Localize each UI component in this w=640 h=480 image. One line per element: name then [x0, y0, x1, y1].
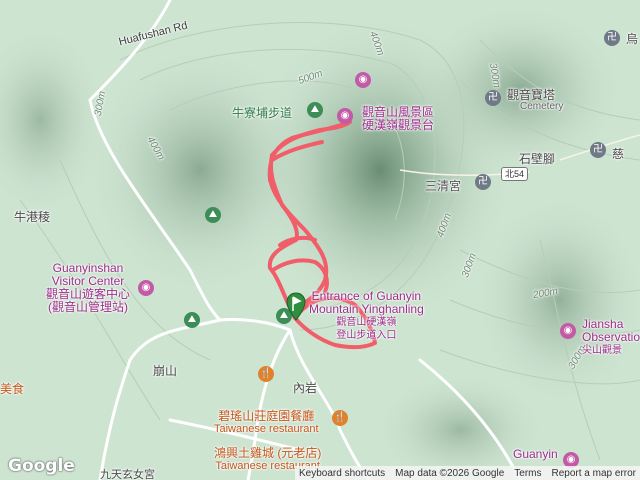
map-pin-icon[interactable] [286, 292, 306, 322]
trail-entrance-name-en-2: Mountain Yinghanling [309, 302, 424, 316]
hiking-icon[interactable]: ⛰ [205, 207, 221, 223]
restaurant-icon[interactable]: 🍴 [258, 366, 274, 382]
scenic-area-label[interactable]: 觀音山風景區 硬漢嶺觀景台 [362, 106, 434, 132]
place-shibijiao: 石壁腳 [519, 152, 556, 166]
temple-icon[interactable]: 卍 [590, 142, 606, 158]
temple-icon[interactable]: 卍 [485, 90, 501, 106]
map-canvas[interactable]: Huafushan Rd 北54 300m 500m 400m 400m 300… [0, 0, 640, 480]
camera-icon[interactable]: ◉ [138, 280, 154, 296]
visitor-center-label[interactable]: Guanyinshan Visitor Center 觀音山遊客中心 (觀音山管… [46, 262, 130, 314]
hiking-icon[interactable]: ⛰ [184, 312, 200, 328]
restaurant-hongxing-name: 鴻興土雞城 (元老店) [214, 446, 322, 460]
jiansha-name-zh: 尖山觀景 [582, 345, 622, 356]
temple-label-sanqing[interactable]: 三清宮 [425, 177, 461, 194]
map-data-attribution: Map data ©2026 Google [395, 467, 505, 479]
temple-label-jiutian: 九天玄女宮 [100, 469, 155, 480]
jiansha-label[interactable]: Jiansha Observatio 尖山觀景 [582, 318, 640, 357]
place-ci: 慈 [612, 147, 625, 161]
restaurant-biyao-label[interactable]: 碧瑤山莊庭園餐廳 Taiwanese restaurant [214, 410, 319, 436]
trail-entrance-name-zh-1: 觀音山硬漢嶺 [336, 317, 397, 328]
map-footer: Keyboard shortcuts Map data ©2026 Google… [294, 466, 640, 480]
scenic-area-subname: 硬漢嶺觀景台 [362, 118, 435, 132]
terms-link[interactable]: Terms [514, 468, 541, 479]
camera-icon[interactable]: ◉ [355, 72, 371, 88]
temple-icon[interactable]: 卍 [604, 30, 620, 46]
place-neiyan: 內岩 [293, 381, 318, 395]
place-wu: 烏 [626, 32, 639, 46]
trail-entrance-label[interactable]: Entrance of Guanyin Mountain Yinghanling… [309, 290, 424, 342]
report-error-link[interactable]: Report a map error [552, 468, 636, 479]
route-shield-north54: 北54 [501, 167, 529, 181]
restaurant-icon[interactable]: 🍴 [332, 410, 348, 426]
place-bengshan: 崩山 [153, 364, 178, 378]
place-niugangleng: 牛港稜 [14, 210, 51, 224]
trail-entrance-name-zh-2: 登山步道入口 [336, 330, 397, 341]
camera-icon[interactable]: ◉ [560, 323, 576, 339]
trail-label[interactable]: 牛寮埔步道 [232, 104, 292, 121]
keyboard-shortcuts-link[interactable]: Keyboard shortcuts [299, 468, 385, 479]
jiansha-name-2: Observatio [582, 330, 640, 344]
guanyin-label[interactable]: Guanyin [513, 448, 558, 461]
cemetery-label: Cemetery [520, 101, 564, 112]
temple-icon[interactable]: 卍 [475, 174, 491, 190]
hiking-icon[interactable]: ⛰ [307, 102, 323, 118]
restaurant-biyao-name: 碧瑤山莊庭園餐廳 [218, 409, 315, 423]
camera-icon[interactable]: ◉ [337, 108, 353, 124]
restaurant-biyao-type: Taiwanese restaurant [214, 423, 319, 435]
food-label: 美食 [0, 382, 25, 396]
visitor-center-name-zh-sub: (觀音山管理站) [48, 300, 128, 314]
google-logo: Google [8, 456, 75, 476]
